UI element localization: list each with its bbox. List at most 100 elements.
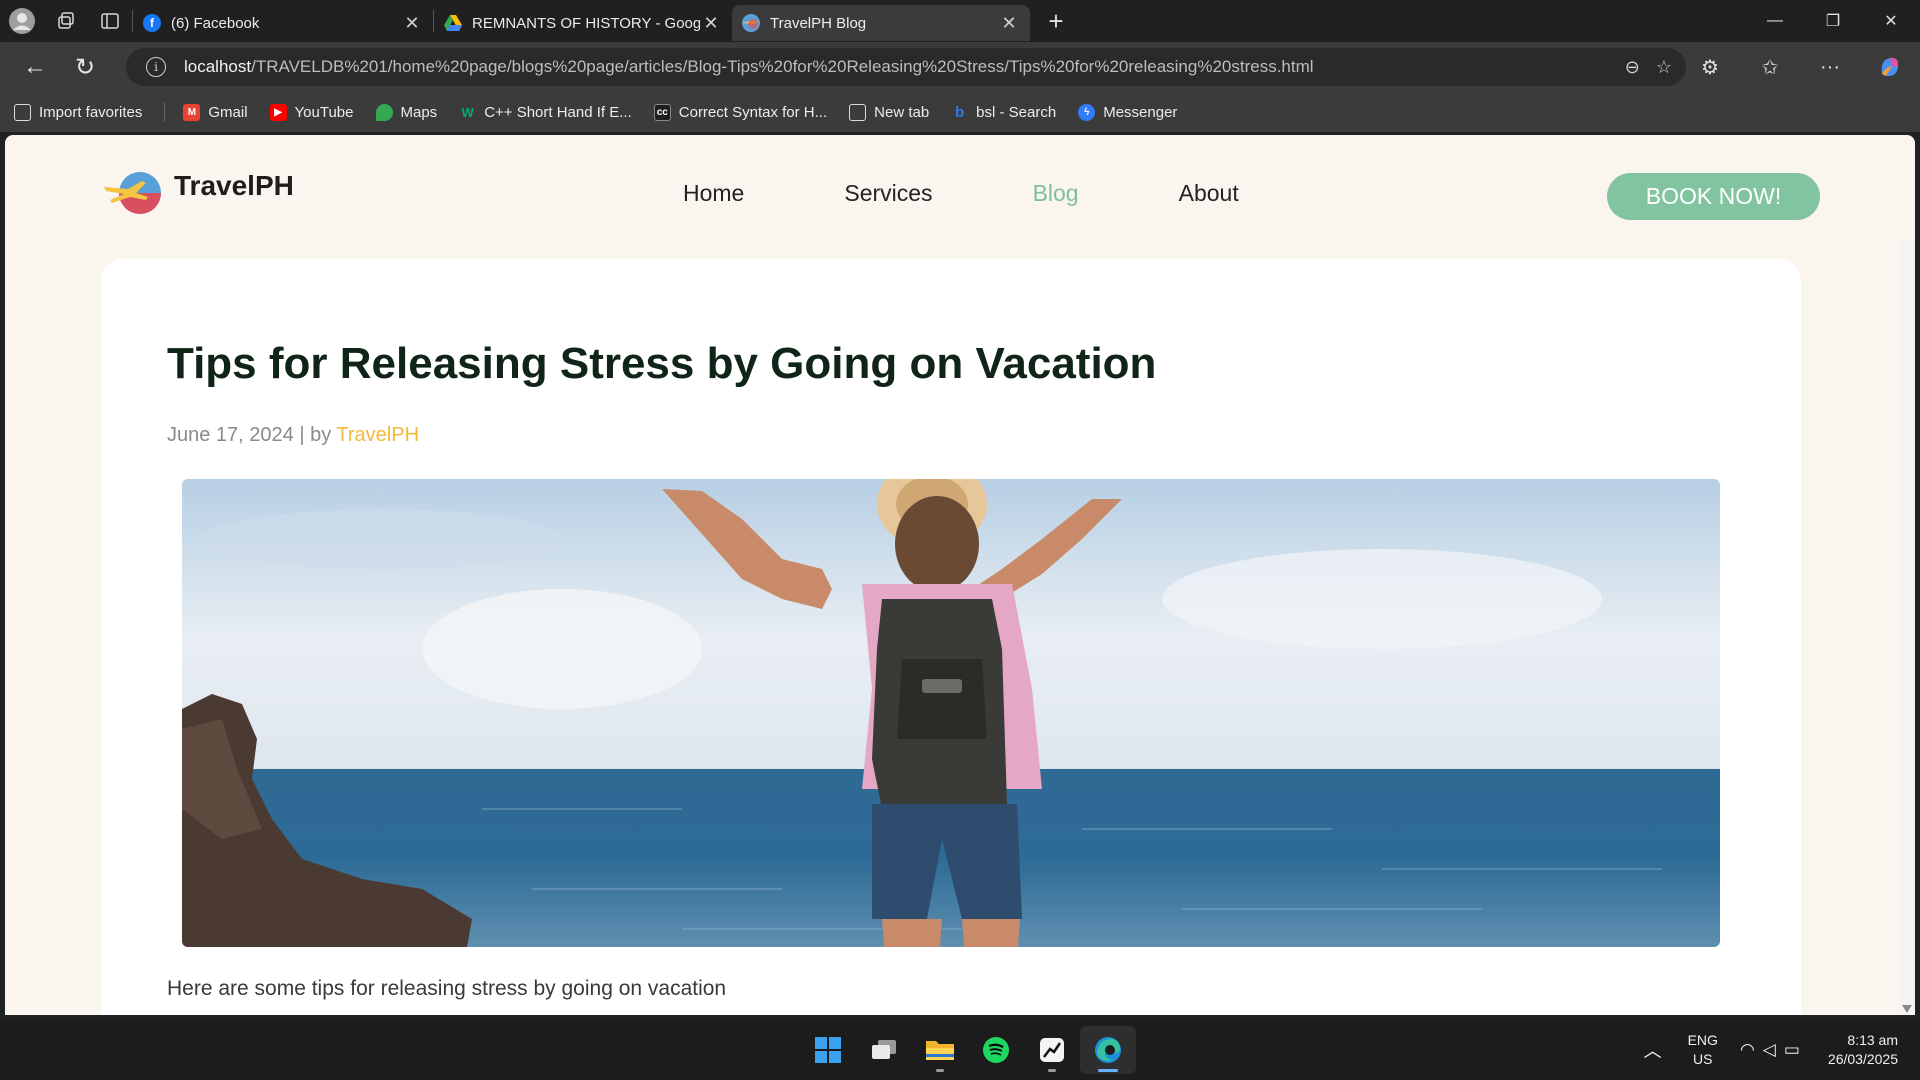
bookmark-label: Correct Syntax for H...: [678, 103, 828, 121]
task-view-icon[interactable]: [856, 1026, 912, 1074]
url-text[interactable]: localhost/TRAVELDB%201/home%20page/blogs…: [184, 57, 1524, 77]
address-bar[interactable]: i localhost/TRAVELDB%201/home%20page/blo…: [126, 48, 1686, 86]
network-volume-battery-icons[interactable]: ◠◁▭: [1740, 1040, 1808, 1060]
input-language[interactable]: ENG US: [1688, 1031, 1718, 1069]
bookmark-youtube[interactable]: ▶ YouTube: [269, 103, 354, 121]
tab-travelph-blog[interactable]: TravelPH Blog ✕: [732, 5, 1030, 41]
w3schools-icon: W: [461, 104, 474, 120]
running-indicator: [1098, 1069, 1118, 1072]
battery-icon[interactable]: ▭: [1784, 1040, 1808, 1059]
bookmark-label: C++ Short Hand If E...: [484, 103, 632, 121]
reader-mode-icon[interactable]: ⊖: [1625, 57, 1640, 78]
show-hidden-icons-icon[interactable]: ︿: [1644, 1037, 1662, 1063]
bookmark-label: Maps: [400, 103, 438, 121]
bookmark-label: Import favorites: [39, 103, 143, 121]
vertical-tabs-icon[interactable]: [88, 0, 132, 42]
bookmark-label: YouTube: [294, 103, 354, 121]
running-indicator: [1048, 1069, 1056, 1072]
browser-actions: ⚙ ✩ ···: [1680, 42, 1920, 92]
minimize-icon[interactable]: —: [1746, 0, 1804, 42]
facebook-icon: f: [143, 14, 161, 32]
article-title: Tips for Releasing Stress by Going on Va…: [167, 339, 1157, 388]
url-host: localhost: [184, 57, 252, 76]
screen: f (6) Facebook ✕ REMNANTS OF HISTORY - G…: [0, 0, 1920, 1080]
nav-home[interactable]: Home: [683, 180, 744, 207]
travelph-logo-icon: [102, 167, 164, 215]
bookmark-correct-syntax[interactable]: cc Correct Syntax for H...: [653, 103, 828, 121]
lang-code: ENG: [1687, 1032, 1718, 1048]
article-by: | by: [299, 424, 332, 446]
cc-icon: cc: [653, 103, 671, 121]
article-date: June 17, 2024: [167, 424, 294, 446]
address-toolbar: ← ↻ i localhost/TRAVELDB%201/home%20page…: [0, 42, 1920, 92]
system-tray: ︿ ENG US ◠◁▭ 8:13 am 26/03/2025: [1644, 1020, 1920, 1080]
lang-region: US: [1693, 1051, 1713, 1067]
more-options-icon[interactable]: ···: [1800, 42, 1860, 92]
wifi-icon[interactable]: ◠: [1740, 1040, 1763, 1059]
site-header: TravelPH Home Services Blog About BOOK N…: [5, 135, 1899, 255]
close-icon[interactable]: ✕: [401, 13, 423, 34]
bookmark-label: Gmail: [208, 103, 248, 121]
newtab-icon: [849, 103, 867, 121]
bookmark-gmail[interactable]: M Gmail: [183, 103, 248, 121]
copilot-icon[interactable]: [1860, 42, 1920, 92]
windows-start-icon[interactable]: [800, 1026, 856, 1074]
page-scrollbar[interactable]: [1899, 240, 1915, 1015]
bookmark-messenger[interactable]: ϟ Messenger: [1078, 103, 1178, 121]
stocks-app-icon[interactable]: [1024, 1026, 1080, 1074]
bing-icon: b: [955, 103, 965, 121]
favorites-bar: Import favorites M Gmail ▶ YouTube Maps …: [0, 92, 1920, 132]
bookmark-import-favorites[interactable]: Import favorites: [14, 103, 143, 121]
edge-icon[interactable]: [1080, 1026, 1136, 1074]
tab-facebook[interactable]: f (6) Facebook ✕: [133, 5, 433, 41]
taskbar-clock[interactable]: 8:13 am 26/03/2025: [1828, 1031, 1898, 1069]
nav-blog[interactable]: Blog: [1033, 180, 1079, 207]
article-author[interactable]: TravelPH: [336, 424, 419, 446]
scroll-down-arrow-icon[interactable]: [1902, 1005, 1912, 1013]
omnibox-actions: ⊖ ☆: [1625, 48, 1672, 86]
nav-about[interactable]: About: [1179, 180, 1239, 207]
tab-google-drive[interactable]: REMNANTS OF HISTORY - Google ✕: [434, 5, 732, 41]
browser-tab-bar: f (6) Facebook ✕ REMNANTS OF HISTORY - G…: [0, 0, 1920, 42]
book-now-button[interactable]: BOOK NOW!: [1607, 173, 1820, 220]
bookmark-bsl-search[interactable]: b bsl - Search: [951, 104, 1056, 121]
back-icon[interactable]: ←: [10, 42, 60, 92]
taskbar-apps: [800, 1026, 1136, 1074]
site-info-icon[interactable]: i: [146, 57, 166, 77]
file-explorer-icon[interactable]: [912, 1026, 968, 1074]
new-tab-button[interactable]: +: [1036, 3, 1076, 39]
messenger-icon: ϟ: [1078, 103, 1096, 121]
tab-label: REMNANTS OF HISTORY - Google: [472, 14, 700, 32]
profile-icon[interactable]: [0, 0, 44, 42]
bookmark-cpp-shorthand[interactable]: W C++ Short Hand If E...: [459, 104, 632, 121]
google-drive-icon: [444, 14, 462, 32]
running-indicator: [936, 1069, 944, 1072]
close-window-icon[interactable]: ✕: [1862, 0, 1920, 42]
restore-icon[interactable]: ❐: [1804, 0, 1862, 42]
favorite-star-icon[interactable]: ☆: [1656, 57, 1672, 78]
workspaces-icon[interactable]: [44, 0, 88, 42]
refresh-icon[interactable]: ↻: [60, 42, 110, 92]
clock-time: 8:13 am: [1847, 1032, 1898, 1048]
main-nav: Home Services Blog About: [683, 180, 1339, 207]
article-card: Tips for Releasing Stress by Going on Va…: [101, 259, 1801, 1015]
close-icon[interactable]: ✕: [998, 13, 1020, 34]
close-icon[interactable]: ✕: [700, 13, 722, 34]
import-icon: [14, 103, 31, 121]
nav-services[interactable]: Services: [844, 180, 932, 207]
extensions-icon[interactable]: ⚙: [1680, 42, 1740, 92]
bookmark-label: bsl - Search: [976, 103, 1057, 121]
favorites-icon[interactable]: ✩: [1740, 42, 1800, 92]
bookmark-new-tab[interactable]: New tab: [849, 103, 929, 121]
volume-icon[interactable]: ◁: [1763, 1040, 1784, 1059]
window-controls: — ❐ ✕: [1746, 0, 1920, 42]
brand-name: TravelPH: [174, 170, 294, 201]
bookmark-label: Messenger: [1103, 103, 1178, 121]
bookmark-maps[interactable]: Maps: [375, 103, 438, 121]
travelph-icon: [742, 14, 760, 32]
article-meta: June 17, 2024 | by TravelPH: [167, 424, 419, 447]
spotify-icon[interactable]: [968, 1026, 1024, 1074]
bookmark-separator: [164, 102, 166, 122]
page-viewport: TravelPH Home Services Blog About BOOK N…: [5, 135, 1915, 1015]
site-logo[interactable]: TravelPH: [102, 167, 294, 215]
